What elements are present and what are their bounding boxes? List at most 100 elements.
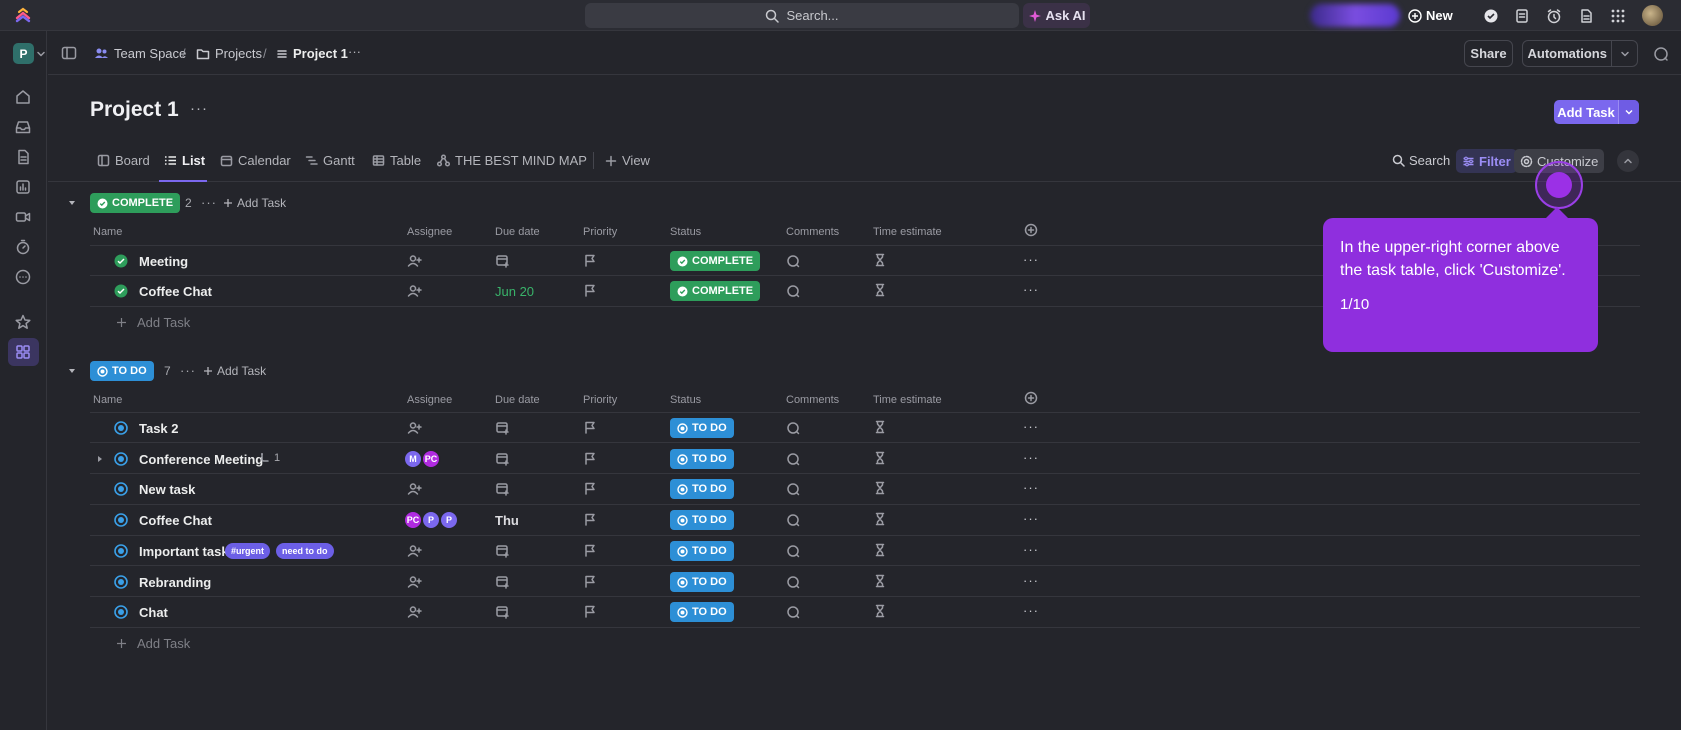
task-name[interactable]: Chat [139, 605, 168, 620]
hourglass-icon[interactable] [873, 253, 887, 267]
row-more-button[interactable]: ··· [1023, 450, 1039, 465]
priority-flag-icon[interactable] [583, 420, 597, 434]
add-task-dropdown-chevron-icon[interactable] [1618, 100, 1639, 124]
automations-dropdown-chevron-icon[interactable] [1611, 41, 1637, 66]
breadcrumb-space[interactable]: Team Space [94, 46, 186, 61]
task-name[interactable]: Meeting [139, 254, 188, 269]
add-task-row[interactable]: Add Task [116, 315, 190, 330]
row-more-button[interactable]: ··· [1023, 603, 1039, 618]
hourglass-icon[interactable] [873, 420, 887, 434]
group-status-badge[interactable]: TO DO [90, 361, 154, 381]
subtask-count[interactable]: 1 [259, 452, 280, 464]
new-button[interactable]: New [1408, 4, 1453, 27]
column-header-priority[interactable]: Priority [583, 226, 617, 238]
more-circle-icon[interactable] [14, 268, 32, 286]
task-status-circle-icon[interactable] [114, 544, 128, 558]
assign-user-icon[interactable] [407, 543, 423, 559]
assign-user-icon[interactable] [407, 604, 423, 620]
chat-bubble-icon[interactable] [1653, 46, 1669, 62]
tab-board[interactable]: Board [97, 153, 150, 168]
clips-video-icon[interactable] [14, 208, 32, 226]
collapse-header-button[interactable] [1617, 150, 1639, 172]
task-status-circle-icon[interactable] [114, 482, 128, 496]
comment-bubble-icon[interactable] [786, 605, 800, 619]
add-task-row[interactable]: Add Task [116, 636, 190, 651]
due-date-calendar-icon[interactable] [495, 420, 510, 435]
column-header-name[interactable]: Name [93, 394, 122, 406]
comment-bubble-icon[interactable] [786, 575, 800, 589]
breadcrumb-list[interactable]: Project 1 [276, 46, 348, 61]
task-name[interactable]: Coffee Chat [139, 513, 212, 528]
avatar[interactable]: M [403, 449, 423, 469]
task-status-check-icon[interactable] [114, 284, 128, 298]
group-collapse-caret-icon[interactable] [67, 198, 77, 208]
check-circle-icon[interactable] [1482, 7, 1500, 25]
inbox-icon[interactable] [14, 118, 32, 136]
tab-table[interactable]: Table [372, 153, 421, 168]
task-status-badge[interactable]: TO DO [670, 541, 734, 561]
column-header-due-date[interactable]: Due date [495, 226, 540, 238]
filter-button[interactable]: Filter [1456, 149, 1517, 173]
hourglass-icon[interactable] [873, 451, 887, 465]
task-due-date[interactable]: Jun 20 [495, 284, 534, 299]
priority-flag-icon[interactable] [583, 481, 597, 495]
row-more-button[interactable]: ··· [1023, 282, 1039, 297]
clickup-logo-icon[interactable] [14, 7, 32, 25]
column-header-priority[interactable]: Priority [583, 394, 617, 406]
column-header-time-estimate[interactable]: Time estimate [873, 226, 942, 238]
timer-icon[interactable] [14, 238, 32, 256]
workspace-badge[interactable]: P [13, 43, 34, 64]
task-status-circle-icon[interactable] [114, 452, 128, 466]
task-status-circle-icon[interactable] [114, 513, 128, 527]
due-date-calendar-icon[interactable] [495, 253, 510, 268]
task-status-badge[interactable]: COMPLETE [670, 251, 761, 271]
hourglass-icon[interactable] [873, 604, 887, 618]
tab-list[interactable]: List [164, 153, 205, 168]
avatar[interactable]: P [421, 510, 441, 530]
row-more-button[interactable]: ··· [1023, 252, 1039, 267]
column-header-status[interactable]: Status [670, 226, 701, 238]
comment-bubble-icon[interactable] [786, 544, 800, 558]
task-status-circle-icon[interactable] [114, 575, 128, 589]
comment-bubble-icon[interactable] [786, 284, 800, 298]
task-tag[interactable]: #urgent [225, 543, 271, 559]
task-status-circle-icon[interactable] [114, 421, 128, 435]
column-header-assignee[interactable]: Assignee [407, 394, 452, 406]
tab-calendar[interactable]: Calendar [220, 153, 291, 168]
share-button[interactable]: Share [1464, 40, 1513, 67]
task-status-badge[interactable]: TO DO [670, 449, 734, 469]
hourglass-icon[interactable] [873, 512, 887, 526]
due-date-calendar-icon[interactable] [495, 543, 510, 558]
task-name[interactable]: Rebranding [139, 575, 211, 590]
list-search-button[interactable]: Search [1392, 153, 1450, 168]
task-status-badge[interactable]: TO DO [670, 572, 734, 592]
automations-button[interactable]: Automations [1522, 40, 1638, 67]
ask-ai-button[interactable]: Ask AI [1023, 3, 1090, 28]
task-status-badge[interactable]: COMPLETE [670, 281, 761, 301]
task-name[interactable]: Task 2 [139, 421, 179, 436]
priority-flag-icon[interactable] [583, 574, 597, 588]
task-name[interactable]: Conference Meeting [139, 452, 263, 467]
workspace-chevron-icon[interactable] [37, 50, 45, 58]
avatar[interactable]: P [439, 510, 459, 530]
priority-flag-icon[interactable] [583, 512, 597, 526]
document-icon[interactable] [1577, 7, 1595, 25]
add-column-icon[interactable] [1024, 391, 1038, 405]
task-status-badge[interactable]: TO DO [670, 418, 734, 438]
add-task-button[interactable]: Add Task [1554, 100, 1639, 124]
priority-flag-icon[interactable] [583, 283, 597, 297]
add-view-button[interactable]: View [605, 153, 650, 168]
column-header-comments[interactable]: Comments [786, 226, 839, 238]
home-icon[interactable] [14, 88, 32, 106]
task-status-badge[interactable]: TO DO [670, 510, 734, 530]
due-date-calendar-icon[interactable] [495, 604, 510, 619]
task-due-date[interactable]: Thu [495, 513, 519, 528]
group-status-badge[interactable]: COMPLETE [90, 193, 181, 213]
priority-flag-icon[interactable] [583, 253, 597, 267]
comment-bubble-icon[interactable] [786, 452, 800, 466]
column-header-status[interactable]: Status [670, 394, 701, 406]
tour-beacon-dot[interactable] [1546, 172, 1572, 198]
docs-icon[interactable] [14, 148, 32, 166]
column-header-name[interactable]: Name [93, 226, 122, 238]
task-tag[interactable]: need to do [276, 543, 334, 559]
